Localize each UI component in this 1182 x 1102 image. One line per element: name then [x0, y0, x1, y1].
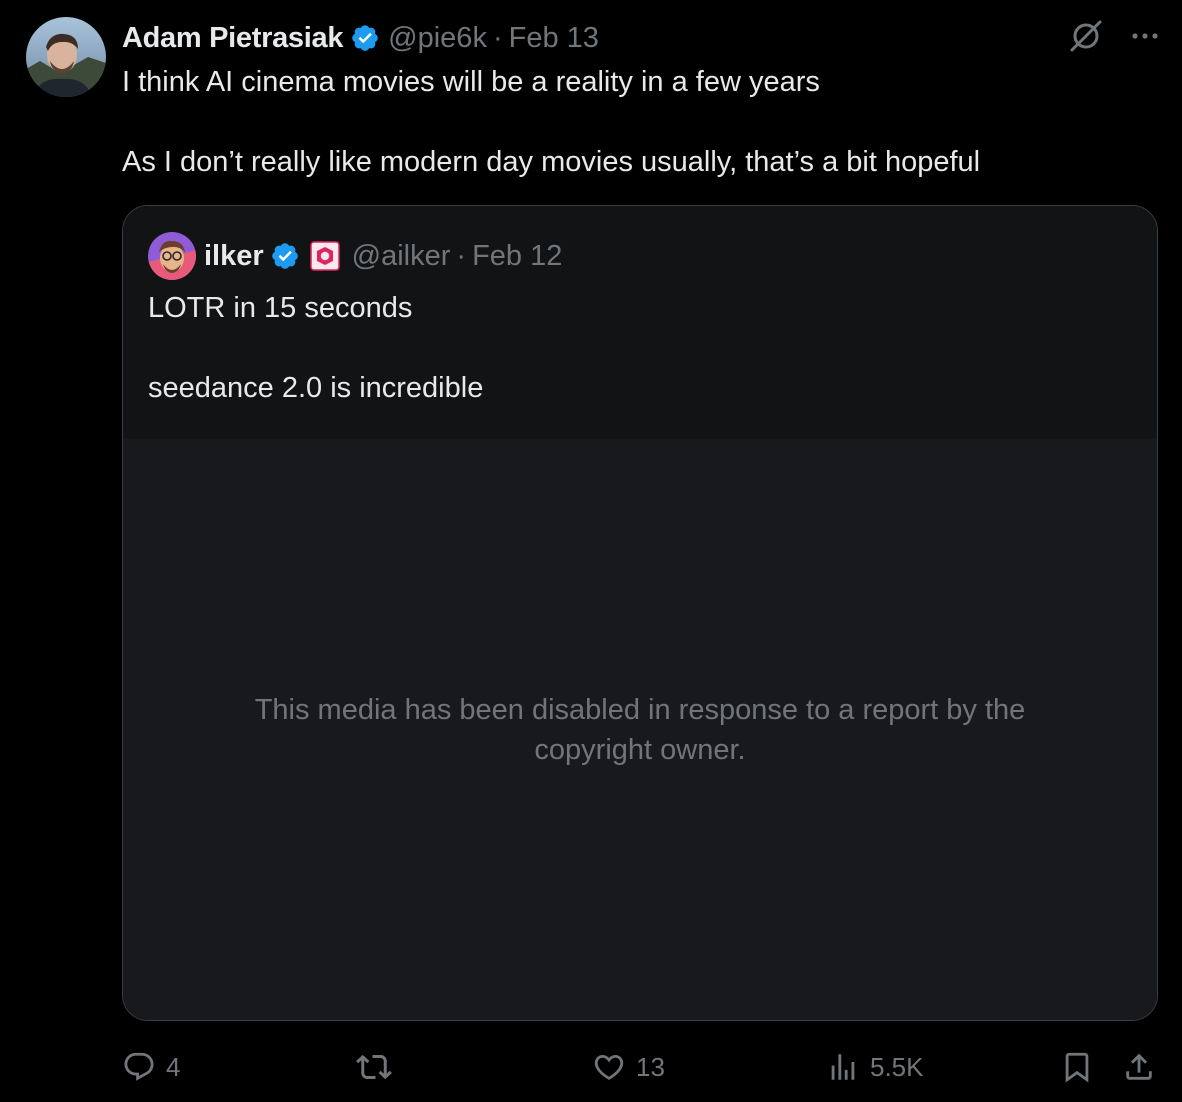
verified-badge-icon[interactable]: [350, 23, 380, 53]
author-name[interactable]: Adam Pietrasiak: [122, 22, 343, 55]
author-avatar[interactable]: [26, 17, 106, 97]
share-button[interactable]: [1122, 1044, 1156, 1090]
tweet-text-line: As I don’t really like modern day movies…: [122, 146, 981, 178]
like-count: 13: [636, 1051, 665, 1082]
quoted-header-separator: ·: [456, 239, 467, 272]
quoted-tweet-header-area: ilker @ailker · Feb 12 LOTR in 15 second…: [123, 206, 1157, 439]
tweet-text: I think AI cinema movies will be a reali…: [122, 62, 1152, 182]
share-icon: [1122, 1050, 1156, 1084]
header-separator: ·: [492, 21, 503, 54]
quoted-author-name[interactable]: ilker: [204, 240, 264, 273]
repost-icon: [356, 1049, 392, 1085]
quoted-author-avatar[interactable]: [148, 232, 196, 280]
views-icon: [826, 1050, 860, 1084]
quoted-tweet[interactable]: ilker @ailker · Feb 12 LOTR in 15 second…: [122, 205, 1158, 1021]
verified-badge-icon[interactable]: [270, 241, 300, 271]
quoted-text-line: LOTR in 15 seconds: [148, 292, 413, 324]
repost-button[interactable]: [356, 1044, 402, 1090]
author-handle[interactable]: @pie6k: [388, 22, 487, 55]
tweet-date[interactable]: Feb 13: [509, 22, 599, 55]
views-button[interactable]: 5.5K: [826, 1044, 924, 1090]
action-bar: 4 13 5.5K: [122, 1044, 1158, 1090]
grok-icon[interactable]: [1068, 18, 1104, 59]
bookmark-button[interactable]: [1060, 1044, 1094, 1090]
quoted-text-line: seedance 2.0 is incredible: [148, 372, 484, 404]
like-icon: [592, 1050, 626, 1084]
affiliate-badge-icon[interactable]: [309, 241, 340, 271]
top-actions: [1068, 18, 1160, 59]
tweet[interactable]: Adam Pietrasiak @pie6k · Feb 13 I think …: [0, 0, 1182, 1102]
quoted-tweet-header: ilker @ailker · Feb 12: [148, 232, 562, 280]
like-button[interactable]: 13: [592, 1044, 665, 1090]
reply-button[interactable]: 4: [122, 1044, 180, 1090]
more-icon[interactable]: [1130, 21, 1160, 56]
tweet-text-line: I think AI cinema movies will be a reali…: [122, 66, 820, 98]
quoted-author-handle[interactable]: @ailker: [352, 240, 451, 273]
quoted-tweet-date[interactable]: Feb 12: [472, 240, 562, 273]
reply-icon: [122, 1050, 156, 1084]
tweet-header: Adam Pietrasiak @pie6k · Feb 13: [122, 18, 599, 58]
reply-count: 4: [166, 1051, 181, 1082]
media-disabled-panel: This media has been disabled in response…: [123, 439, 1157, 1020]
views-count: 5.5K: [870, 1051, 924, 1082]
bookmark-icon: [1060, 1050, 1094, 1084]
quoted-tweet-text: LOTR in 15 seconds seedance 2.0 is incre…: [148, 288, 483, 408]
media-disabled-notice: This media has been disabled in response…: [254, 693, 1026, 766]
